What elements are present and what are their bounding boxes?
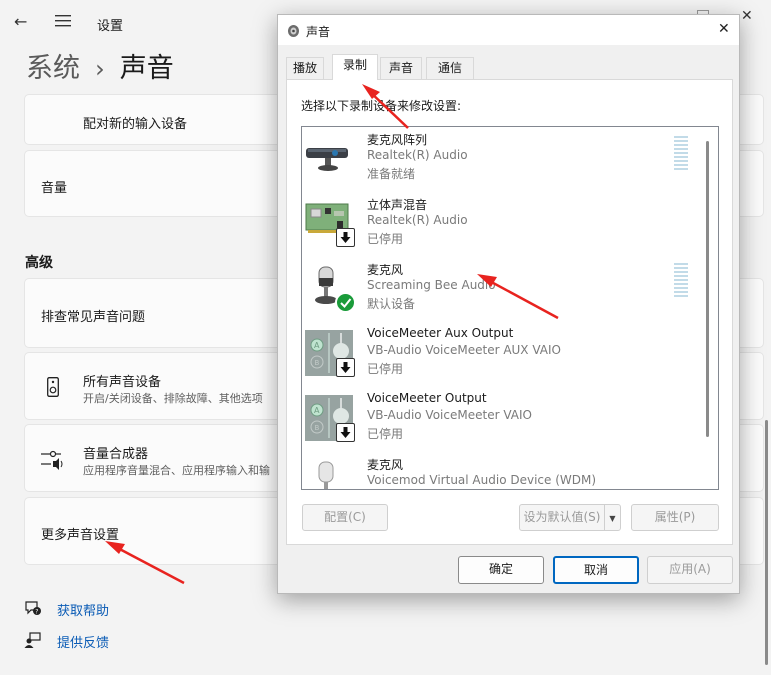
arrow-to-more-sound-settings — [105, 541, 185, 585]
annotation-arrows — [105, 84, 559, 585]
arrow-to-microphone — [477, 274, 559, 320]
tab-recording[interactable]: 录制 — [332, 54, 378, 80]
arrow-to-recording-tab — [362, 84, 409, 129]
